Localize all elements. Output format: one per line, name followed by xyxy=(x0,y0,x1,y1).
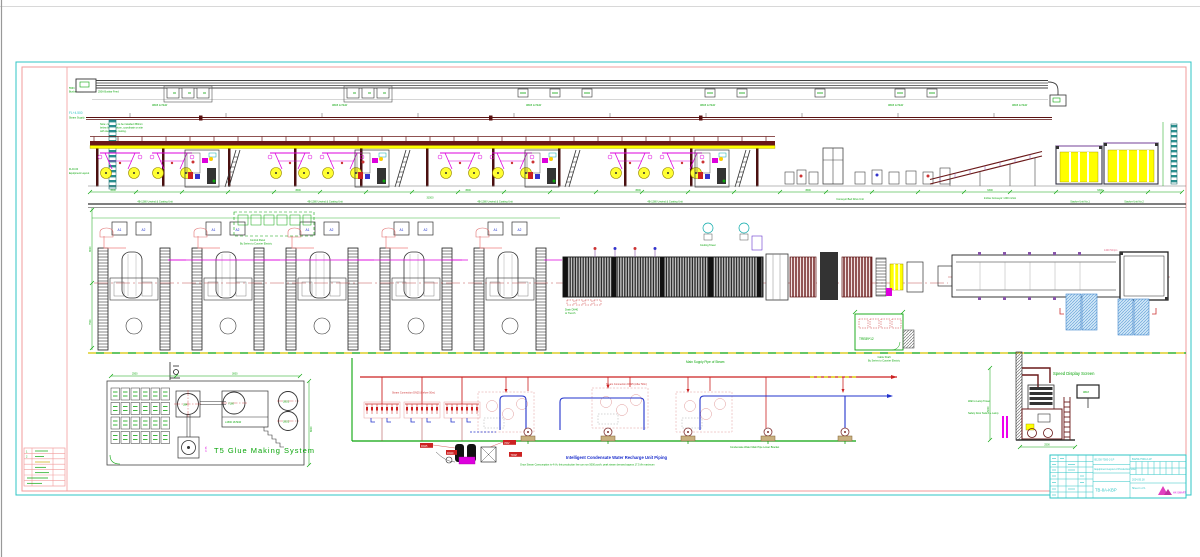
elevation-steam-tag-sub: Steam Supply xyxy=(69,117,85,120)
busbar-tray: 250A Busbar Feed xyxy=(76,79,1066,106)
cable-shaft-label-2: By Series to Counter Electric xyxy=(868,360,901,363)
drying-tunnel: Drain DN40 to Trench xyxy=(563,247,763,315)
platform-spec-label: ≥1500 18.5kW xyxy=(225,421,242,424)
condensate-label: Condensate Water Main Pipe Lower Bracket xyxy=(730,446,780,449)
dim-4500-5: 4500 xyxy=(805,189,811,192)
recharge-unit-cluster: DN25 DN20 PRV TRAP xyxy=(420,440,522,464)
drop-label-4: 4B1B 12.5kW xyxy=(700,104,716,107)
titleblock-drawing-no: TB-8A-KBP xyxy=(1095,488,1117,493)
bay-label-4: 4B-1280 Unwind & Coating Unit xyxy=(647,201,683,204)
revision-table: 1 2 xyxy=(24,448,65,486)
callout-trap: TRAP xyxy=(511,454,518,457)
dim-4500-1: 4500 xyxy=(110,189,116,192)
cad-drawing-canvas: A1 A2 xyxy=(0,0,1200,557)
glue-system-title: T5 Glue Making System xyxy=(214,446,315,455)
steam-main-label: Main Supply Pipe of Steam xyxy=(686,360,725,364)
conveyor-spec-label: 1400 52rpm xyxy=(1104,249,1117,252)
mixer-jb-label: JB4 xyxy=(183,404,188,407)
recharge-note: Once Steam Consumption is 4 t/h, this pr… xyxy=(520,464,655,467)
glue-dim-3000: 3000 xyxy=(232,373,238,376)
drop-label-6: 4B1B 12.5kW xyxy=(1012,104,1028,107)
cooling-tower-label: Cooling Tower xyxy=(700,244,716,247)
motor-label: Y160 xyxy=(228,403,234,406)
mixer1-label: JBG1 xyxy=(283,401,290,404)
dim-4500-3: 4500 xyxy=(465,189,471,192)
elevation-floor-tag: FL±0.00 xyxy=(69,168,79,171)
drain-label-2: to Trench xyxy=(565,312,576,315)
speed-display-view: Speed Display Screen 4B18 xyxy=(968,352,1099,449)
speed-dim-2500: 2500 xyxy=(1044,444,1050,447)
access-ladder xyxy=(1064,397,1070,440)
dim-31500: 31500 xyxy=(427,197,435,200)
electrical-room-label: TRE89*12 xyxy=(859,337,874,341)
bay-label-1: 4B-1280 Unwind & Coating Unit xyxy=(137,201,173,204)
callout-dn20: DN20 xyxy=(447,452,454,455)
title-block: B1250-7500-2-1P Equipment Layout of Prod… xyxy=(1050,455,1186,498)
conveyor-bed-label: Conveyor Bed Drive Unit xyxy=(836,198,864,201)
busbar-drop-clusters: 4B1B 12.5kW 4B1B 12.5kW 4B1B 12.5kW 4B1B… xyxy=(152,86,1028,107)
level-staff-left xyxy=(109,120,116,189)
plan-machine-bays xyxy=(98,222,562,350)
mixer2-label: JBG2 xyxy=(283,421,290,424)
dim-4500-2: 4500 xyxy=(295,189,301,192)
dim-6300-2: 6300 xyxy=(1097,189,1103,192)
steam-schematic: DN25 DN20 PRV TRAP Main Supply Pipe of S… xyxy=(352,358,897,467)
stacker2-label: Stacker Unit No.2 xyxy=(1124,201,1144,204)
glue-making-system: JB4 Y160 ≥1500 18.5kW JBG1 JBG2 P-T5 xyxy=(107,362,315,467)
outfeed-conveyor: 1400 52rpm xyxy=(952,249,1168,300)
plan-dim-7500: 7500 xyxy=(89,319,92,325)
level-staff-right xyxy=(1171,124,1177,184)
control-panel-label-2: By Series to Counter Electric xyxy=(240,243,273,246)
elevation-steam-level-tag: FL+4.500 xyxy=(69,111,83,115)
condensate-piping xyxy=(470,396,890,432)
titleblock-name: Equipment Layout of Production Line xyxy=(1095,468,1137,471)
downstream-machine-train xyxy=(785,148,950,184)
dim-4500-4: 4500 xyxy=(635,189,641,192)
drop-label-1: 4B1B 12.5kW xyxy=(152,104,168,107)
elevation-view: 5563 Busbar Trunk FL+4.500 Steam Supply … xyxy=(69,79,1186,204)
drop-label-3: 4B1B 12.5kW xyxy=(526,104,542,107)
incline-label: Incline Conveyor ≈200 m/min xyxy=(984,197,1017,200)
cooling-tower-symbols: Cooling Tower xyxy=(700,223,762,250)
glue-dim-8000: 8000 xyxy=(310,426,313,432)
post-dryer-units xyxy=(766,252,952,300)
drop-label-5: 4B1B 12.5kW xyxy=(888,104,904,107)
steam-conn-label-1: Steam Connection DN25 (Before 50m) xyxy=(392,392,435,395)
elevation-floor-tag-sub: Equipment Layout xyxy=(69,172,89,175)
callout-prv: PRV xyxy=(505,442,510,445)
glue-dim-2500: 2500 xyxy=(132,373,138,376)
electrical-room: TRE89*12 Cable Shaft By Series to Counte… xyxy=(853,310,914,363)
stacker-chambers xyxy=(1056,143,1158,184)
glue-tank-grid xyxy=(111,388,170,444)
glue-pump-tag: P-T5 xyxy=(205,446,208,452)
bay-label-2: 4B-1280 Unwind & Coating Unit xyxy=(307,201,343,204)
plan-view: 9000 7500 Control Panel By Series to Cou… xyxy=(88,204,1186,363)
display-screen: 4B18 xyxy=(1077,385,1099,408)
callout-dn25: DN25 xyxy=(421,445,428,448)
speed-display-title: Speed Display Screen xyxy=(1053,371,1095,376)
stacker1-label: Stacker Unit No.1 xyxy=(1070,201,1090,204)
company-logo-text: HX-SMART xyxy=(1173,492,1186,495)
revision-row-2: 2 xyxy=(26,456,28,459)
busbar-feed-label: 250A Busbar Feed xyxy=(98,91,119,94)
titleblock-code-top: B1250-7500-2-1P xyxy=(1132,458,1152,461)
speed-note-2: Safety Door Switch + Lamp xyxy=(968,412,999,415)
titleblock-date: 2024.05.18 xyxy=(1132,479,1145,482)
elevation-dimension-chain: 4500 4500 4500 4500 4500 6300 6300 31500… xyxy=(88,122,1184,204)
titleblock-sheet: Sheet 1 of 1 xyxy=(1132,487,1146,490)
steam-conn-label-2: Steam Connection DN25 (After 50m) xyxy=(606,383,647,386)
recharge-system-title: Intelligent Condensate Water Recharge Un… xyxy=(566,455,667,460)
plan-dim-9000: 9000 xyxy=(89,246,92,252)
pallet-stacks xyxy=(1060,294,1156,335)
steam-pipe-run: Note: cable tray to be installed 350mm b… xyxy=(86,113,1052,133)
revision-row-1: 1 xyxy=(26,450,28,453)
speed-note-1: Wall to Lamp Travel xyxy=(968,400,990,403)
titleblock-code: B1250-7500-2-1P xyxy=(1095,459,1115,462)
display-screen-text: 4B18 xyxy=(1083,391,1089,394)
dim-6300-1: 6300 xyxy=(987,189,993,192)
bay-label-3: 4B-1280 Unwind & Coating Unit xyxy=(477,201,513,204)
drop-label-2: 4B1B 12.5kW xyxy=(332,104,348,107)
